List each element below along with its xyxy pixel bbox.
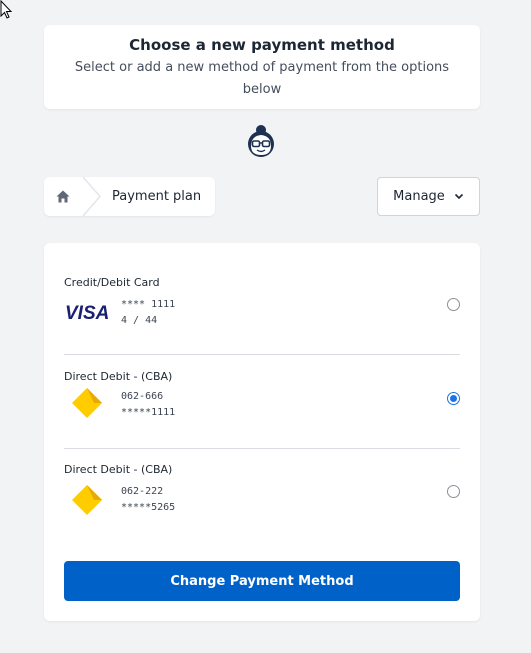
- manage-dropdown-button[interactable]: Manage: [377, 177, 480, 216]
- bsb-number: 062-222: [121, 486, 164, 497]
- manage-label: Manage: [393, 189, 445, 204]
- breadcrumb-home-link[interactable]: [44, 177, 82, 216]
- visa-logo: VISA: [65, 303, 109, 323]
- method-type-label: Credit/Debit Card: [64, 276, 160, 289]
- bsb-number: 062-666: [121, 391, 164, 402]
- account-number: *****1111: [121, 407, 176, 418]
- method-radio[interactable]: [447, 485, 460, 498]
- change-payment-method-button[interactable]: Change Payment Method: [64, 561, 460, 601]
- breadcrumb-current[interactable]: Payment plan: [112, 189, 201, 204]
- payment-methods-card: Credit/Debit Card VISA **** 1111 4 / 44 …: [44, 243, 480, 621]
- card-number: **** 1111: [121, 299, 176, 310]
- method-type-label: Direct Debit - (CBA): [64, 370, 173, 383]
- cba-logo: [72, 485, 102, 515]
- header-card: Choose a new payment method Select or ad…: [44, 25, 480, 109]
- mouse-cursor-icon: [0, 0, 13, 19]
- payment-method-option[interactable]: Direct Debit - (CBA) 062-666 *****1111: [64, 370, 460, 463]
- method-type-label: Direct Debit - (CBA): [64, 463, 173, 476]
- payment-method-option[interactable]: Credit/Debit Card VISA **** 1111 4 / 44: [64, 276, 460, 369]
- chevron-down-icon: [454, 193, 463, 200]
- svg-text:VISA: VISA: [65, 303, 109, 323]
- mascot-avatar-icon: [248, 125, 274, 157]
- divider: [64, 448, 460, 449]
- account-number: *****5265: [121, 502, 176, 513]
- breadcrumb-separator: [82, 177, 101, 216]
- method-radio-selected[interactable]: [447, 392, 460, 405]
- card-expiry: 4 / 44: [121, 315, 158, 326]
- payment-method-option[interactable]: Direct Debit - (CBA) 062-222 *****5265: [64, 463, 460, 556]
- breadcrumb: Payment plan: [44, 177, 215, 216]
- page-subtitle: Select or add a new method of payment fr…: [74, 60, 450, 97]
- divider: [64, 354, 460, 355]
- page-title: Choose a new payment method: [129, 36, 395, 54]
- method-radio[interactable]: [447, 298, 460, 311]
- home-icon: [56, 190, 70, 203]
- cba-logo: [72, 388, 102, 418]
